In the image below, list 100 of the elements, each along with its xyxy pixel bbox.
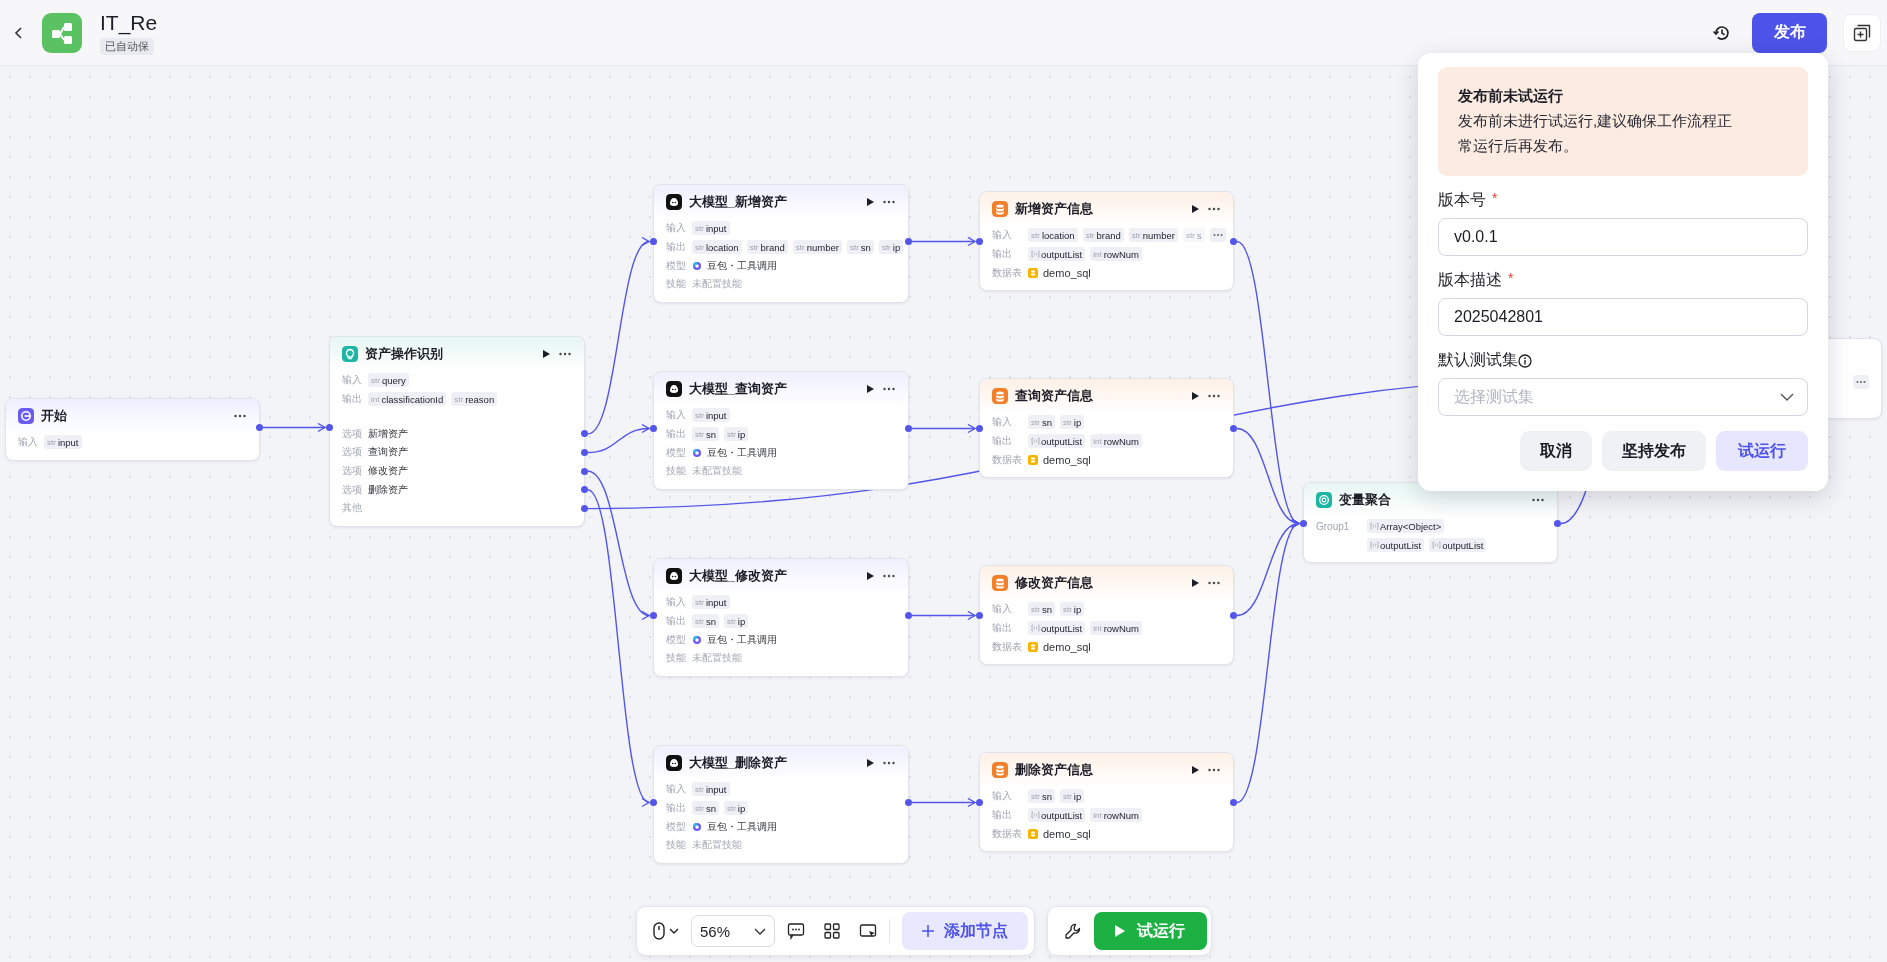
connection-port[interactable] — [581, 430, 588, 438]
field-label: 输入 — [992, 228, 1013, 243]
add-window-icon[interactable] — [1853, 23, 1871, 42]
variable-tag: str ip — [723, 801, 749, 816]
variable-tag: str reason — [451, 392, 498, 407]
array-icon — [1370, 522, 1379, 531]
connection-port[interactable] — [976, 238, 983, 245]
info-icon[interactable] — [1518, 353, 1532, 368]
connection-port[interactable] — [905, 799, 912, 806]
connector-line — [911, 236, 976, 247]
field-label: 输入 — [992, 789, 1013, 804]
variable-name: outputList — [1041, 809, 1083, 821]
field-label: 输出 — [992, 434, 1013, 449]
model-icon — [692, 821, 702, 832]
play-icon[interactable] — [865, 197, 875, 207]
play-icon[interactable] — [541, 349, 551, 359]
variable-tag: str sn — [1028, 415, 1055, 430]
variable-tag: str sn — [846, 240, 874, 255]
connection-port[interactable] — [581, 467, 588, 475]
field-label: 输出 — [666, 427, 687, 442]
grid-icon[interactable] — [823, 922, 841, 940]
workflow-node[interactable]: 大模型_修改资产 输入 str input 输出 str sn str ip 模型 豆包・工具调用 技能 未配置技能 — [653, 558, 909, 677]
connection-port[interactable] — [976, 799, 983, 806]
zoom-dropdown[interactable]: 56% — [691, 915, 775, 947]
field-label: 输出 — [342, 392, 363, 407]
plus-icon — [922, 925, 934, 937]
add-node-button[interactable]: 添加节点 — [902, 912, 1028, 950]
workflow-node[interactable]: 修改资产信息 输入 str sn str ip 输出 outputList int rowNum 数据表 demo_sql — [979, 565, 1234, 666]
connection-port[interactable] — [256, 424, 263, 431]
field-label: 选项 — [342, 482, 363, 497]
workflow-node[interactable]: 资产操作识别 输入 str query 输出 int classificationId str reason 选项 新增资产 选项 查询资产 选项 修改资产 选项 删除资产 其他 — [329, 336, 585, 527]
play-icon[interactable] — [865, 384, 875, 394]
required-mark: * — [1492, 190, 1498, 206]
workflow-node[interactable]: 大模型_查询资产 输入 str input 输出 str sn str ip 模型 豆包・工具调用 技能 未配置技能 — [653, 371, 909, 490]
connection-port[interactable] — [905, 425, 912, 432]
play-icon[interactable] — [865, 758, 875, 768]
play-icon[interactable] — [1190, 765, 1200, 775]
connection-port[interactable] — [326, 424, 333, 431]
connection-port[interactable] — [581, 486, 588, 494]
workflow-node[interactable]: 大模型_删除资产 输入 str input 输出 str sn str ip 模型 豆包・工具调用 技能 未配置技能 — [653, 745, 909, 864]
test-run-button[interactable]: 试运行 — [1716, 431, 1808, 471]
workflow-node[interactable]: 查询资产信息 输入 str sn str ip 输出 outputList int rowNum 数据表 demo_sql — [979, 378, 1234, 479]
connection-port[interactable] — [1230, 799, 1237, 806]
connection-port[interactable] — [905, 238, 912, 245]
field-label: 模型 — [666, 258, 687, 273]
play-icon[interactable] — [1190, 578, 1200, 588]
variable-tag: str ip — [1059, 602, 1085, 617]
text-field[interactable]: v0.0.1 — [1438, 218, 1808, 256]
publish-button[interactable]: 发布 — [1752, 12, 1827, 53]
mouse-icon[interactable] — [653, 922, 665, 940]
connection-port[interactable] — [1230, 425, 1237, 432]
connection-port[interactable] — [1230, 238, 1237, 245]
connection-port[interactable] — [1554, 520, 1561, 527]
skill-value: 未配置技能 — [692, 651, 742, 666]
dialog-button[interactable]: 坚持发布 — [1602, 431, 1706, 471]
field-label: 技能 — [666, 838, 687, 853]
connection-port[interactable] — [1230, 612, 1237, 619]
play-icon[interactable] — [865, 571, 875, 581]
node-title: 修改资产信息 — [1015, 574, 1093, 592]
connection-port[interactable] — [1300, 520, 1307, 527]
chevron-down-icon — [754, 927, 766, 935]
comment-icon[interactable] — [787, 922, 805, 940]
variable-tag: str brand — [746, 240, 788, 255]
start-icon — [18, 408, 34, 424]
array-icon — [1031, 624, 1040, 633]
node-title: 新增资产信息 — [1015, 200, 1093, 218]
field-label: 输入 — [18, 435, 39, 450]
connection-port[interactable] — [650, 799, 657, 806]
variable-tag: str number — [792, 240, 842, 255]
variable-tag: str ip — [1059, 415, 1085, 430]
minimap-icon[interactable] — [859, 922, 877, 940]
workflow-node[interactable]: 删除资产信息 输入 str sn str ip 输出 outputList int rowNum 数据表 demo_sql — [979, 752, 1234, 853]
lightbulb-icon — [342, 346, 358, 362]
text-field[interactable]: 2025042801 — [1438, 298, 1808, 336]
dialog-button[interactable]: 取消 — [1520, 431, 1592, 471]
connection-port[interactable] — [905, 612, 912, 619]
connection-port[interactable] — [650, 425, 657, 432]
back-icon[interactable] — [14, 25, 24, 40]
wrench-icon[interactable] — [1064, 922, 1082, 940]
connection-port[interactable] — [581, 449, 588, 457]
field-label: 输出 — [666, 614, 687, 629]
connection-port[interactable] — [650, 612, 657, 619]
variable-tag: str ip — [723, 427, 749, 442]
connection-port[interactable] — [976, 612, 983, 619]
node-title: 大模型_新增资产 — [689, 193, 787, 211]
connection-port[interactable] — [650, 238, 657, 245]
play-icon[interactable] — [1190, 391, 1200, 401]
caret-icon[interactable] — [669, 928, 679, 934]
robot-icon — [666, 755, 682, 771]
field-label: 版本描述 — [1438, 270, 1502, 290]
play-icon[interactable] — [1190, 204, 1200, 214]
workflow-node[interactable]: 开始 输入 str input — [5, 398, 260, 461]
workflow-node[interactable]: 新增资产信息 输入 str location str brand str number str s 输出 outputList int rowNum 数据表 demo_sql — [979, 191, 1234, 292]
variable-tag: str s — [1182, 228, 1205, 243]
connection-port[interactable] — [581, 505, 588, 513]
workflow-node[interactable]: 变量聚合 Group1 Array<Object> outputList outputList — [1303, 482, 1558, 564]
database-icon — [992, 575, 1008, 591]
model-icon — [692, 260, 702, 271]
array-icon — [1031, 811, 1040, 820]
connection-port[interactable] — [976, 425, 983, 432]
